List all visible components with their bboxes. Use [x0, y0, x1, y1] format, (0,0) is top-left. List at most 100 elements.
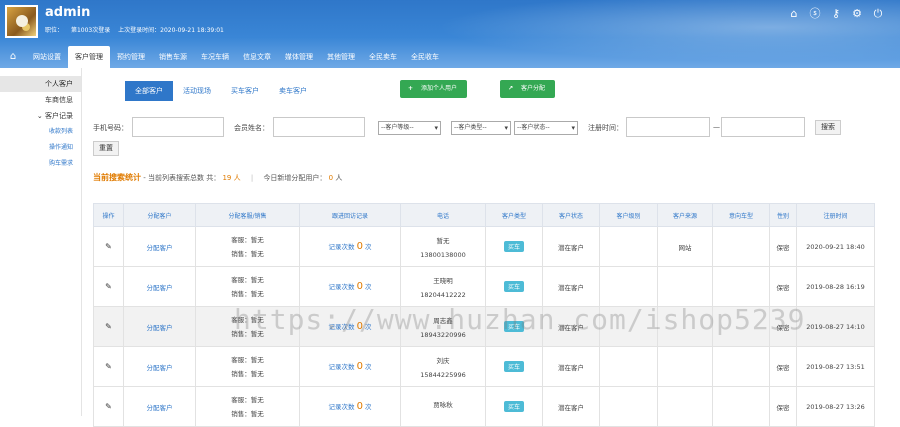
gender-cell: 保密: [769, 346, 797, 387]
sidebar-item-personal-customers[interactable]: 个人客户: [0, 76, 81, 92]
date-cell: 2019-08-27 14:10: [796, 306, 875, 347]
end-date-input[interactable]: [721, 117, 805, 137]
customer-name: 贾咏秋: [433, 400, 453, 409]
source-cell: [657, 306, 713, 347]
phone-input[interactable]: [132, 117, 224, 137]
top-header: admin 职位： 第1003次登录 上次登录时间：2020-09-21 18:…: [0, 0, 900, 68]
record-link[interactable]: 记录次数 0 次: [328, 241, 372, 252]
search-button[interactable]: 搜索: [815, 120, 841, 135]
service-text: 客服：暂无: [231, 235, 264, 244]
nav-item-other[interactable]: 其他管理: [320, 46, 362, 68]
assign-link[interactable]: 分配客户: [147, 324, 173, 332]
nav-item-buy-car[interactable]: 全民收车: [404, 46, 446, 68]
type-cell: 买车: [485, 226, 543, 267]
nav-item-site-settings[interactable]: 网站设置: [26, 46, 68, 68]
edit-icon[interactable]: ✎: [105, 362, 112, 371]
skin-icon[interactable]: ⓢ: [809, 8, 821, 20]
edit-icon[interactable]: ✎: [105, 322, 112, 331]
key-icon[interactable]: ⚷: [830, 8, 842, 20]
status-cell: 潜在客户: [542, 306, 600, 347]
home-icon[interactable]: ⌂: [0, 46, 26, 68]
record-label: 记录次数: [328, 243, 355, 251]
reset-button[interactable]: 重置: [93, 141, 119, 156]
record-cell: 记录次数 0 次: [299, 266, 401, 307]
status-cell: 潜在客户: [542, 226, 600, 267]
edit-icon[interactable]: ✎: [105, 282, 112, 291]
nav-item-media[interactable]: 媒体管理: [278, 46, 320, 68]
record-cell: 记录次数 0 次: [299, 386, 401, 427]
nav-item-appointments[interactable]: 预约管理: [110, 46, 152, 68]
sidebar-item-notifications[interactable]: 操作通知: [0, 140, 81, 156]
date-cell: 2019-08-27 13:51: [796, 346, 875, 387]
gender-cell: 保密: [769, 386, 797, 427]
source-cell: [657, 266, 713, 307]
tab-bar: 全部客户 活动现场 买车客户 卖车客户: [125, 81, 317, 101]
col-header: 电话: [400, 203, 486, 227]
start-date-input[interactable]: [626, 117, 710, 137]
nav-item-customers[interactable]: 客户管理: [68, 46, 110, 68]
record-label: 记录次数: [328, 283, 355, 291]
record-unit: 次: [365, 243, 372, 251]
model-cell: [712, 306, 770, 347]
assign-cell: 分配客户: [123, 346, 196, 387]
tab-sellers[interactable]: 卖车客户: [269, 81, 317, 101]
nav-item-sell-car[interactable]: 全民卖车: [362, 46, 404, 68]
assign-link[interactable]: 分配客户: [147, 244, 173, 252]
stats-total-prefix: - 当前列表搜索总数 共：: [143, 174, 221, 182]
name-input[interactable]: [273, 117, 365, 137]
nav-item-cars-for-sale[interactable]: 销售车源: [152, 46, 194, 68]
phone-cell: 周志鑫 18943220996: [400, 306, 486, 347]
role-label: 职位：: [45, 27, 64, 34]
record-link[interactable]: 记录次数 0 次: [328, 281, 371, 292]
nav-item-vehicle-condition[interactable]: 车况车辆: [194, 46, 236, 68]
sidebar-item-purchase-needs[interactable]: 购车需求: [0, 156, 81, 172]
source-cell: [657, 346, 713, 387]
edit-icon[interactable]: ✎: [105, 242, 112, 251]
record-link[interactable]: 记录次数 0 次: [328, 321, 371, 332]
add-user-button[interactable]: + 添加个人用户: [400, 80, 468, 98]
type-badge: 买车: [503, 321, 524, 332]
tab-event-site[interactable]: 活动现场: [173, 81, 221, 101]
record-cell: 记录次数 0 次: [299, 306, 401, 347]
sidebar: 个人客户 车商信息 ⌄ 客户记录 收款列表 操作通知 购车需求: [0, 68, 82, 416]
customer-name: 刘庆: [436, 356, 450, 365]
customer-phone: 18204412222: [420, 290, 466, 299]
gear-icon[interactable]: ⚙: [851, 8, 863, 20]
name-label: 会员姓名：: [234, 124, 269, 132]
edit-icon[interactable]: ✎: [105, 402, 112, 411]
status-select[interactable]: --客户状态--: [514, 121, 578, 135]
sidebar-item-dealers[interactable]: 车商信息: [0, 92, 81, 108]
table-row: ✎ 分配客户 客服：暂无 销售：暂无 记录次数 0 次 刘庆 15844225996 买车 潜在…: [93, 346, 875, 387]
col-header: 客户类型: [485, 203, 543, 227]
sidebar-item-customer-records[interactable]: ⌄ 客户记录: [0, 108, 81, 124]
time-label: 注册时间：: [588, 124, 623, 132]
avatar[interactable]: [5, 5, 38, 38]
record-label: 记录次数: [328, 363, 355, 371]
user-info: 职位： 第1003次登录 上次登录时间：2020-09-21 18:39:01: [45, 25, 230, 34]
service-text: 客服：暂无: [231, 355, 264, 364]
edit-cell: ✎: [93, 306, 124, 347]
record-link[interactable]: 记录次数 0 次: [328, 401, 372, 412]
tab-buyers[interactable]: 买车客户: [221, 81, 269, 101]
tab-all-customers[interactable]: 全部客户: [125, 81, 173, 101]
staff-cell: 客服：暂无 销售：暂无: [195, 346, 300, 387]
power-icon[interactable]: ⏻: [872, 8, 884, 20]
phone-cell: 王晓明 18204412222: [400, 266, 486, 307]
stats-today-unit: 人: [335, 174, 343, 182]
assign-link[interactable]: 分配客户: [147, 364, 173, 372]
phone-cell: 暂无 13800138000: [400, 226, 486, 267]
assign-link[interactable]: 分配客户: [147, 284, 173, 292]
nav-item-articles[interactable]: 信息文章: [236, 46, 278, 68]
record-link[interactable]: 记录次数 0 次: [328, 361, 371, 372]
record-unit: 次: [365, 403, 372, 411]
level-select[interactable]: --客户等级--: [378, 121, 441, 135]
sidebar-item-payments[interactable]: 收款列表: [0, 124, 81, 140]
assign-customer-button[interactable]: ↗ 客户分配: [500, 80, 556, 98]
assign-link[interactable]: 分配客户: [147, 404, 173, 412]
table-row: ✎ 分配客户 客服：暂无 销售：暂无 记录次数 0 次 王晓明 18204412222 买车 潜…: [93, 266, 875, 307]
customer-name: 暂无: [436, 236, 450, 245]
assign-label: 客户分配: [521, 85, 546, 92]
stats-separator: |: [250, 174, 254, 182]
type-select[interactable]: --客户类型--: [451, 121, 511, 135]
home-circle-icon[interactable]: ⌂: [788, 8, 800, 20]
